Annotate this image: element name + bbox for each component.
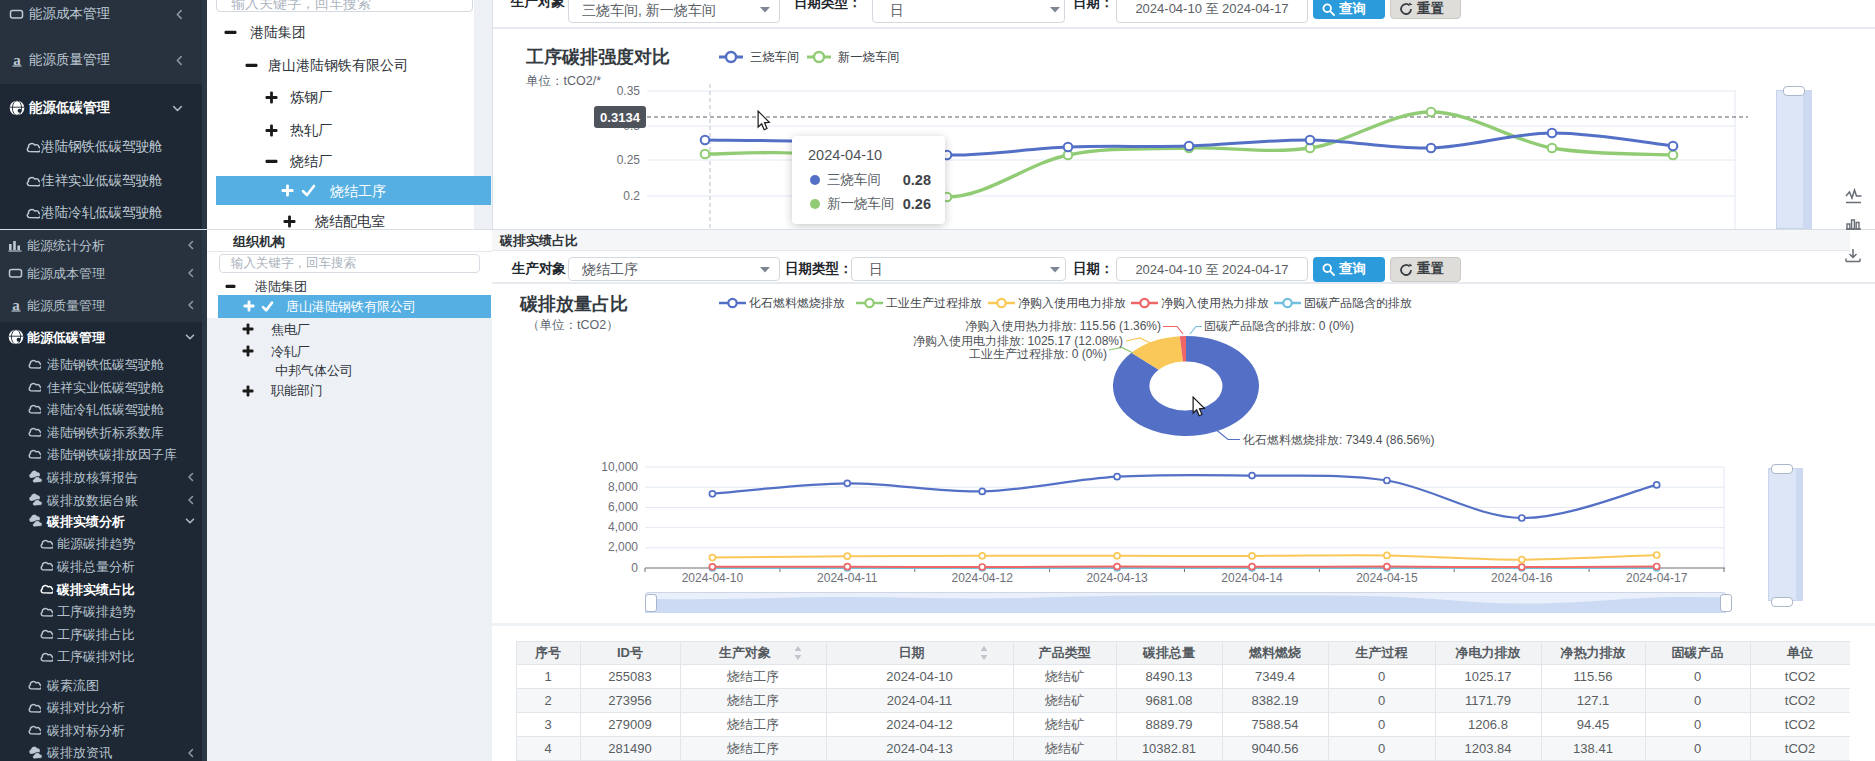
svg-text:a: a — [13, 52, 21, 68]
svg-text:a: a — [12, 297, 20, 313]
